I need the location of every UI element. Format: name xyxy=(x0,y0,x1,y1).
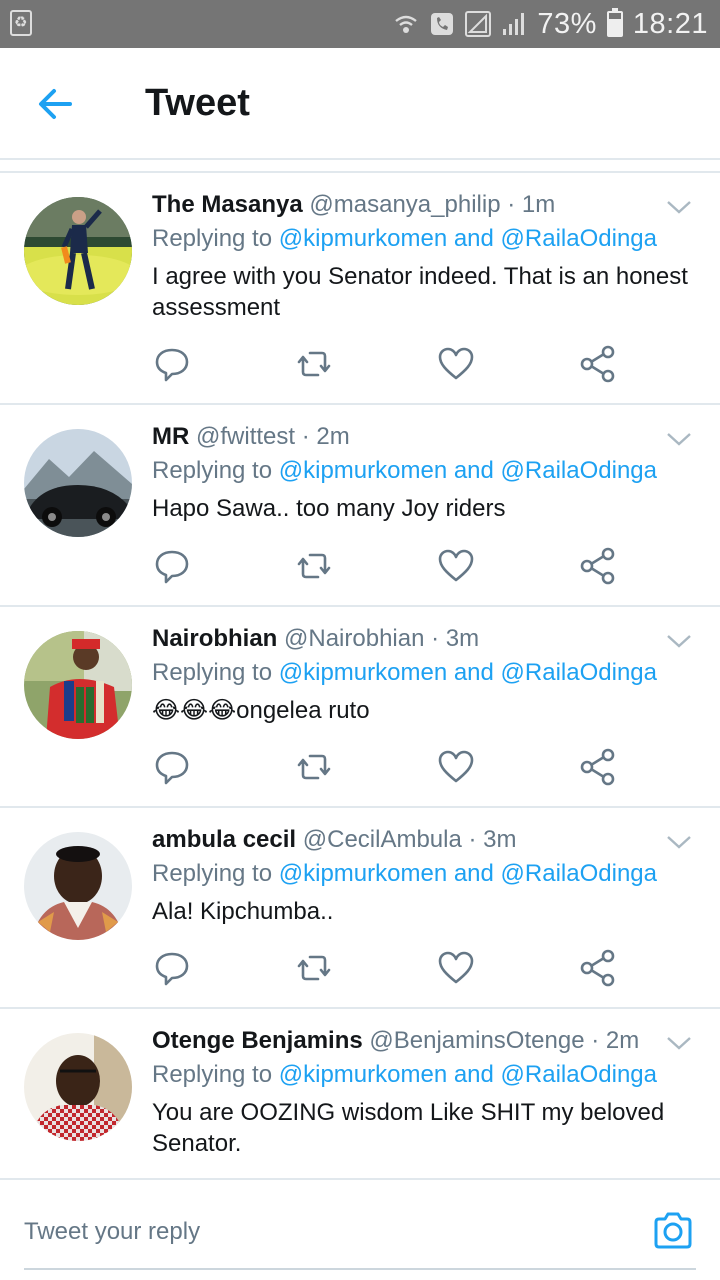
page-title: Tweet xyxy=(145,82,250,124)
tweet-text: Hapo Sawa.. too many Joy riders xyxy=(152,495,506,522)
tweet-item[interactable]: Nairobhian @Nairobhian · 3m Replying to … xyxy=(0,607,720,808)
replying-to-label: Replying to xyxy=(152,860,279,887)
notification-icon xyxy=(10,10,32,36)
tweet-author-handle[interactable]: @masanya_philip xyxy=(309,191,500,218)
tweet-text: Ala! Kipchumba.. xyxy=(152,898,334,925)
tweet-time: · 2m xyxy=(301,423,350,450)
tweet-author-name[interactable]: MR xyxy=(152,423,189,450)
avatar[interactable] xyxy=(24,832,132,940)
tweet-time: · 1m xyxy=(507,191,556,218)
chevron-down-icon[interactable] xyxy=(666,431,692,447)
chevron-down-icon[interactable] xyxy=(666,1035,692,1051)
status-bar: 73% 18:21 xyxy=(0,0,720,48)
tweet-actions xyxy=(152,948,622,988)
replying-to-links[interactable]: @kipmurkomen and @RailaOdinga xyxy=(279,225,657,252)
chevron-down-icon[interactable] xyxy=(666,633,692,649)
replying-to-links[interactable]: @kipmurkomen and @RailaOdinga xyxy=(279,1061,657,1088)
battery-icon xyxy=(606,8,623,37)
top-app-bar: Tweet xyxy=(0,48,720,160)
reply-bar: Tweet your reply xyxy=(0,1178,720,1280)
tweet-time: · 2m xyxy=(591,1027,640,1054)
avatar[interactable] xyxy=(24,1033,132,1141)
signal-box-icon xyxy=(465,11,492,37)
share-icon[interactable] xyxy=(578,747,618,787)
tweet-item[interactable]: MR @fwittest · 2m Replying to @kipmurkom… xyxy=(0,405,720,607)
tweet-author-name[interactable]: The Masanya xyxy=(152,191,303,218)
phone-icon xyxy=(431,13,454,35)
reply-icon[interactable] xyxy=(152,344,192,384)
tweet-author-handle[interactable]: @Nairobhian xyxy=(284,625,424,652)
retweet-icon[interactable] xyxy=(294,546,334,586)
tweet-author-name[interactable]: Nairobhian xyxy=(152,625,277,652)
retweet-icon[interactable] xyxy=(294,344,334,384)
clock: 18:21 xyxy=(632,7,708,40)
reply-icon[interactable] xyxy=(152,747,192,787)
back-arrow-icon[interactable] xyxy=(28,78,84,130)
chevron-down-icon[interactable] xyxy=(666,834,692,850)
tweet-author-handle[interactable]: @BenjaminsOtenge xyxy=(369,1027,584,1054)
tweet-item[interactable]: Otenge Benjamins @BenjaminsOtenge · 2m R… xyxy=(0,1009,720,1179)
tweet-item[interactable]: The Masanya @masanya_philip · 1m Replyin… xyxy=(0,173,720,405)
tweet-text: 😂😂😂ongelea ruto xyxy=(152,697,370,724)
reply-icon[interactable] xyxy=(152,546,192,586)
battery-percent: 73% xyxy=(537,7,597,40)
share-icon[interactable] xyxy=(578,546,618,586)
avatar[interactable] xyxy=(24,429,132,537)
tweet-actions xyxy=(152,747,622,787)
like-icon[interactable] xyxy=(436,948,476,988)
avatar[interactable] xyxy=(24,631,132,739)
replying-to-label: Replying to xyxy=(152,457,279,484)
wifi-call-icon xyxy=(395,15,418,33)
retweet-icon[interactable] xyxy=(294,747,334,787)
retweet-icon[interactable] xyxy=(294,948,334,988)
reply-input[interactable]: Tweet your reply xyxy=(24,1218,200,1246)
share-icon[interactable] xyxy=(578,344,618,384)
replying-to-links[interactable]: @kipmurkomen and @RailaOdinga xyxy=(279,659,657,686)
reply-icon[interactable] xyxy=(152,948,192,988)
share-icon[interactable] xyxy=(578,948,618,988)
chevron-down-icon[interactable] xyxy=(666,199,692,215)
replying-to-label: Replying to xyxy=(152,225,279,252)
like-icon[interactable] xyxy=(436,344,476,384)
tweet-text: I agree with you Senator indeed. That is… xyxy=(152,263,688,321)
header-divider xyxy=(0,158,720,160)
reply-input-underline xyxy=(24,1268,696,1270)
camera-icon[interactable] xyxy=(652,1210,694,1252)
replying-to-links[interactable]: @kipmurkomen and @RailaOdinga xyxy=(279,457,657,484)
tweet-author-handle[interactable]: @CecilAmbula xyxy=(303,826,462,853)
tweet-time: · 3m xyxy=(431,625,480,652)
tweet-actions xyxy=(152,344,622,384)
tweet-time: · 3m xyxy=(468,826,517,853)
like-icon[interactable] xyxy=(436,546,476,586)
replying-to-label: Replying to xyxy=(152,659,279,686)
tweet-actions xyxy=(152,546,622,586)
replying-to-links[interactable]: @kipmurkomen and @RailaOdinga xyxy=(279,860,657,887)
tweet-text: You are OOZING wisdom Like SHIT my belov… xyxy=(152,1099,665,1157)
replying-to-label: Replying to xyxy=(152,1061,279,1088)
tweet-author-name[interactable]: ambula cecil xyxy=(152,826,296,853)
like-icon[interactable] xyxy=(436,747,476,787)
tweet-item[interactable]: ambula cecil @CecilAmbula · 3m Replying … xyxy=(0,808,720,1009)
avatar[interactable] xyxy=(24,197,132,305)
signal-icon xyxy=(503,13,525,35)
tweet-author-handle[interactable]: @fwittest xyxy=(196,423,295,450)
tweet-author-name[interactable]: Otenge Benjamins xyxy=(152,1027,363,1054)
